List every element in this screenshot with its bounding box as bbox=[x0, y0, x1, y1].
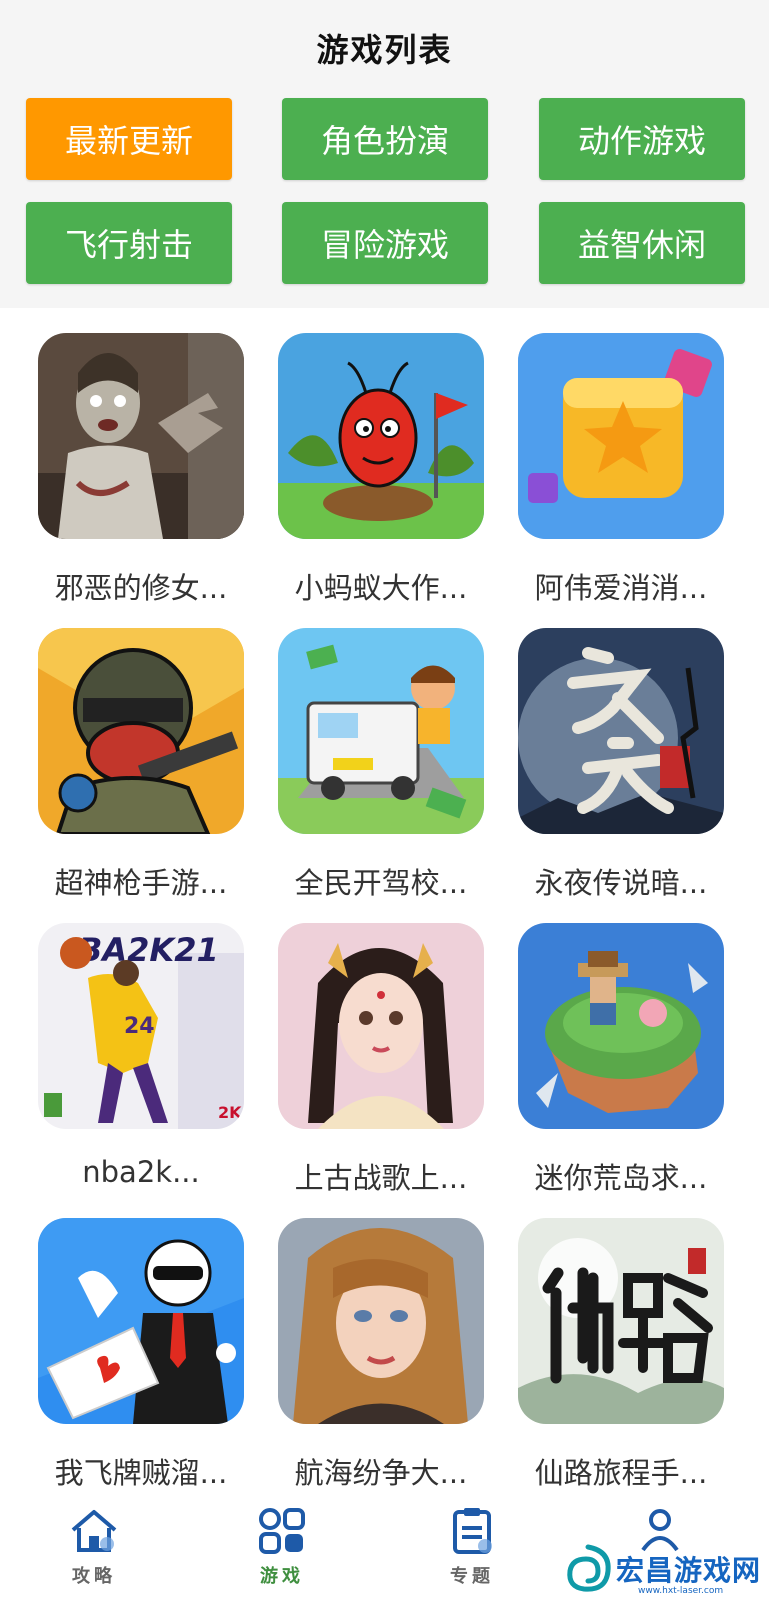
svg-text:24: 24 bbox=[124, 1014, 155, 1039]
home-icon bbox=[71, 1510, 117, 1552]
swirl-logo-icon bbox=[567, 1544, 611, 1592]
game-name: 上古战歌上... bbox=[294, 1161, 468, 1195]
game-card[interactable]: 小蚂蚁大作... bbox=[278, 333, 484, 607]
category-panel: 最新更新 角色扮演 动作游戏 飞行射击 冒险游戏 益智休闲 bbox=[0, 96, 769, 308]
category-button-adventure[interactable]: 冒险游戏 bbox=[282, 202, 488, 284]
gunner-soldier-icon bbox=[38, 628, 244, 834]
red-ant-icon bbox=[278, 333, 484, 539]
eternal-night-calligraphy-icon bbox=[518, 628, 724, 834]
game-name: 邪恶的修女... bbox=[54, 571, 228, 605]
game-card[interactable]: 阿伟爱消消... bbox=[518, 333, 724, 607]
page-header: 游戏列表 bbox=[0, 0, 769, 96]
category-button-action[interactable]: 动作游戏 bbox=[539, 98, 745, 180]
page-title: 游戏列表 bbox=[316, 31, 453, 69]
tab-label: 攻略 bbox=[72, 1566, 116, 1587]
game-name: 航海纷争大... bbox=[294, 1456, 468, 1490]
category-button-shooter[interactable]: 飞行射击 bbox=[26, 202, 232, 284]
tab-guides[interactable]: 攻略 bbox=[34, 1492, 154, 1600]
tab-label: 游戏 bbox=[260, 1566, 304, 1587]
game-card[interactable]: 邪恶的修女... bbox=[38, 333, 244, 607]
game-card[interactable]: 迷你荒岛求... bbox=[518, 923, 724, 1197]
pixel-island-icon bbox=[518, 923, 724, 1129]
card-thrower-agent-icon bbox=[38, 1218, 244, 1424]
game-name: 超神枪手游... bbox=[54, 866, 228, 900]
category-button-puzzle[interactable]: 益智休闲 bbox=[539, 202, 745, 284]
grid-apps-icon bbox=[259, 1508, 305, 1554]
svg-text:2K: 2K bbox=[218, 1103, 242, 1122]
clipboard-icon bbox=[453, 1508, 492, 1554]
tab-label: 专题 bbox=[450, 1566, 494, 1587]
game-name: 永夜传说暗... bbox=[534, 866, 708, 900]
tab-topics[interactable]: 专题 bbox=[412, 1492, 532, 1600]
star-cube-icon bbox=[518, 333, 724, 539]
game-name: 我飞牌贼溜... bbox=[54, 1456, 228, 1490]
zombie-nun-icon bbox=[38, 333, 244, 539]
game-card[interactable]: 超神枪手游... bbox=[38, 628, 244, 902]
game-card[interactable]: BA2K21 24 2K nba2k... bbox=[38, 923, 244, 1189]
game-name: 迷你荒岛求... bbox=[534, 1161, 708, 1195]
game-card[interactable]: 上古战歌上... bbox=[278, 923, 484, 1197]
ancient-heroine-portrait-icon bbox=[278, 923, 484, 1129]
game-name: 小蚂蚁大作... bbox=[294, 571, 468, 605]
game-card[interactable]: 我飞牌贼溜... bbox=[38, 1218, 244, 1492]
category-button-rpg[interactable]: 角色扮演 bbox=[282, 98, 488, 180]
category-button-latest[interactable]: 最新更新 bbox=[26, 98, 232, 180]
sailor-girl-portrait-icon bbox=[278, 1218, 484, 1424]
game-card[interactable]: 仙路旅程手... bbox=[518, 1218, 724, 1492]
svg-text:BA2K21: BA2K21 bbox=[78, 931, 219, 969]
watermark-text: 宏昌游戏网 bbox=[616, 1554, 762, 1587]
tab-games[interactable]: 游戏 bbox=[222, 1492, 342, 1600]
nba2k21-cover-icon: BA2K21 24 2K bbox=[38, 923, 244, 1129]
game-name: nba2k... bbox=[82, 1155, 200, 1189]
game-card[interactable]: 航海纷争大... bbox=[278, 1218, 484, 1492]
driving-school-truck-icon bbox=[278, 628, 484, 834]
game-name: 仙路旅程手... bbox=[534, 1456, 708, 1490]
xianlu-calligraphy-icon bbox=[518, 1218, 724, 1424]
site-watermark: 宏昌游戏网 www.hxt-laser.com bbox=[560, 1538, 769, 1600]
game-name: 全民开驾校... bbox=[294, 866, 468, 900]
watermark-url: www.hxt-laser.com bbox=[638, 1586, 724, 1596]
game-name: 阿伟爱消消... bbox=[534, 571, 708, 605]
game-card[interactable]: 永夜传说暗... bbox=[518, 628, 724, 902]
game-card[interactable]: 全民开驾校... bbox=[278, 628, 484, 902]
